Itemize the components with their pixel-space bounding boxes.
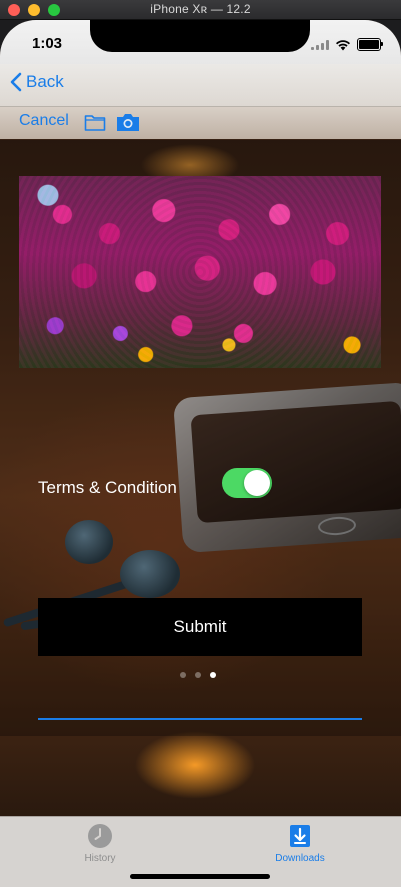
- page-dot[interactable]: [180, 672, 186, 678]
- status-bar: 1:03: [0, 20, 401, 64]
- signal-icon: [311, 39, 329, 50]
- chevron-left-icon: [10, 72, 22, 92]
- status-icons: [311, 38, 383, 51]
- toolbar-row: Cancel: [0, 107, 401, 139]
- tab-downloads-label: Downloads: [275, 853, 325, 864]
- simulator-titlebar: iPhone Xʀ — 12.2: [0, 0, 401, 20]
- simulator-window: iPhone Xʀ — 12.2 1:03 Back Cancel Terms …: [0, 0, 401, 887]
- device-notch: [90, 20, 310, 52]
- tab-downloads[interactable]: Downloads: [255, 823, 345, 864]
- page-dot[interactable]: [195, 672, 201, 678]
- text-field[interactable]: [38, 700, 362, 720]
- camera-icon[interactable]: [115, 111, 141, 133]
- selected-photo: [19, 176, 381, 368]
- folder-icon[interactable]: [84, 112, 106, 132]
- battery-icon: [357, 38, 383, 51]
- terms-condition-switch[interactable]: [222, 468, 272, 498]
- wifi-icon: [336, 39, 350, 50]
- tab-history-label: History: [84, 853, 116, 864]
- page-control[interactable]: [180, 672, 216, 678]
- home-indicator: [130, 874, 270, 879]
- download-icon: [290, 825, 310, 847]
- switch-knob: [244, 470, 270, 496]
- clock-icon: [88, 824, 112, 848]
- page-dot-current[interactable]: [210, 672, 216, 678]
- submit-button[interactable]: Submit: [38, 598, 362, 656]
- tab-history[interactable]: History: [55, 823, 145, 864]
- device-screen: 1:03 Back Cancel Terms & Condition Submi…: [0, 20, 401, 887]
- cancel-button[interactable]: Cancel: [19, 112, 69, 130]
- back-button-label: Back: [26, 72, 64, 91]
- window-title: iPhone Xʀ — 12.2: [150, 2, 251, 16]
- status-time: 1:03: [32, 35, 63, 52]
- terms-condition-label: Terms & Condition: [38, 478, 177, 497]
- back-button[interactable]: Back: [10, 72, 64, 92]
- navigation-bar: Back: [0, 64, 401, 107]
